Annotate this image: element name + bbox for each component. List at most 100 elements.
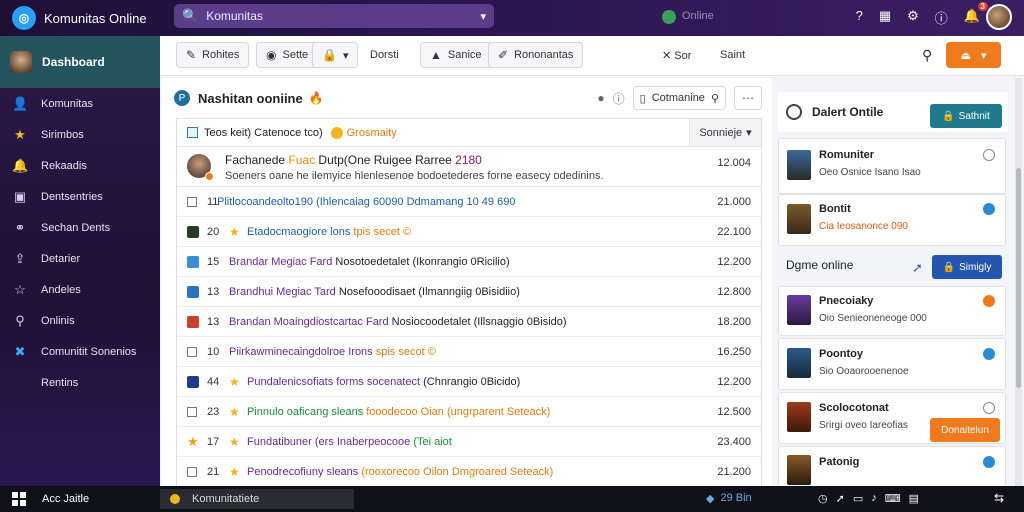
featured-post[interactable]: Fachanede Fuac Dutp(One Ruigee Rarree 21… (177, 147, 761, 187)
rohites-button[interactable]: ✎ Rohites (176, 42, 250, 68)
radio-button[interactable] (983, 149, 995, 161)
dot-icon[interactable]: ● (597, 91, 604, 105)
saint-link[interactable]: Saint (720, 49, 745, 61)
table-row[interactable]: 13 Brandan Moaingdiostcartac Fard Nosioc… (177, 307, 761, 337)
circle-icon: ◉ (266, 48, 277, 62)
table-row[interactable]: ★ 17 ★ Fundatibuner (ers Inaberpeocooe (… (177, 427, 761, 457)
row-checkbox[interactable] (187, 197, 197, 207)
list-item[interactable]: Bontit Cia Ieosanonce 090 (778, 194, 1006, 246)
status-indicator-icon (662, 10, 676, 24)
list-item[interactable]: Pnecoiaky Oio Senieoneneoge 000 (778, 286, 1006, 336)
table-row[interactable]: 23 ★ Pinnulo oaficang sleans fooodecoo O… (177, 397, 761, 427)
rononantas-button[interactable]: ✐ Rononantas (488, 42, 584, 68)
search-icon[interactable]: ⚲ (922, 47, 932, 64)
windows-start-icon[interactable] (12, 492, 26, 506)
filter-checkbox[interactable] (187, 127, 198, 138)
table-row[interactable]: 20 ★ Etadocmaogiore lons tpis secet © 22… (177, 217, 761, 247)
help-icon[interactable]: ? (856, 8, 863, 27)
star-icon[interactable]: ★ (229, 465, 240, 479)
featured-value: 12.004 (717, 157, 751, 169)
table-row[interactable]: 15 Brandar Megiac Fard Nosotoedetalet (I… (177, 247, 761, 277)
sor-link[interactable]: ✕ Sor (662, 49, 691, 62)
thumbnail (187, 226, 199, 238)
sidebar-item-rekaadis[interactable]: 🔔 Rekaadis (0, 150, 160, 181)
table-row[interactable]: 13 Brandhui Megiac Tard Nosefooodisaet (… (177, 277, 761, 307)
sort-select[interactable]: Sonnieje ▾ (689, 119, 761, 146)
tools-icon: ✖ (14, 343, 26, 359)
person-icon: 👤 (12, 95, 29, 111)
list-item[interactable]: Patonig (778, 446, 1006, 486)
gear-icon[interactable]: ⚙ (907, 8, 919, 27)
table-row[interactable]: 10 Piirkawminecaingdolroe Irons spis sec… (177, 337, 761, 367)
orange-action-button[interactable]: Donaitelun (930, 418, 1000, 442)
app-logo-icon[interactable]: ◎ (12, 6, 36, 30)
arrow-icon[interactable]: ➚ (912, 260, 923, 276)
clock-icon[interactable]: ◷ (818, 492, 828, 505)
battery-icon[interactable]: ▭ (853, 492, 863, 505)
star-icon[interactable]: ★ (229, 225, 240, 239)
radio-button[interactable] (983, 295, 995, 307)
combo-select[interactable]: ▯ Cotmanine ⚲ (632, 86, 726, 110)
sidebar-header[interactable]: Dashboard (0, 36, 160, 88)
row-checkbox[interactable] (187, 467, 197, 477)
radio-button[interactable] (983, 203, 995, 215)
user-avatar[interactable] (986, 4, 1012, 30)
star-icon[interactable]: ★ (229, 375, 240, 389)
scrollbar-thumb[interactable] (1016, 168, 1021, 388)
info-icon[interactable]: ⓘ (613, 90, 625, 107)
list-item[interactable]: Romuniter Oeo Osnice Isano Isao (778, 138, 1006, 194)
simigly-button[interactable]: 🔒 Simigly (932, 255, 1002, 279)
tray-info[interactable]: ◆ 29 Bin (706, 492, 752, 505)
row-checkbox[interactable] (187, 407, 197, 417)
search-bar[interactable]: 🔍 Komunitas ▾ (174, 4, 494, 28)
dorsti-link[interactable]: Dorsti (370, 49, 399, 61)
notifications-icon[interactable]: ▤ (909, 492, 919, 505)
doc-icon: ▯ (639, 92, 646, 105)
action-center-icon[interactable]: ⇆ (994, 491, 1004, 505)
sidebar-item-comunitit-sonenios[interactable]: ✖ Comunitit Sonenios (0, 336, 160, 367)
sidebar-item-rentins[interactable]: Rentins (0, 367, 160, 398)
sidebar-item-label: Andeles (41, 283, 81, 296)
sidebar-item-sechan-dents[interactable]: ⚭ Sechan Dents (0, 212, 160, 243)
sidebar-title: Dashboard (42, 55, 105, 69)
sidebar-item-onlinis[interactable]: ⚲ Onlinis (0, 305, 160, 336)
sidebar-item-andeles[interactable]: ☆ Andeles (0, 274, 160, 305)
lock-button[interactable]: 🔒 ▾ (312, 42, 359, 68)
row-checkbox[interactable] (187, 347, 197, 357)
scrollbar[interactable] (1015, 78, 1022, 486)
sidebar-item-sirimbos[interactable]: ★ Sirimbos (0, 119, 160, 150)
table-row[interactable]: 21 ★ Penodrecofiuny sleans (rooxorecoo O… (177, 457, 761, 487)
star-icon[interactable]: ★ (229, 405, 240, 419)
list-item[interactable]: Poontoy Sio Ooaorooenenoe (778, 338, 1006, 390)
notification-badge: 3 (977, 2, 988, 11)
star-icon[interactable]: ★ (229, 435, 240, 449)
sette-button[interactable]: ◉ Sette (256, 42, 319, 68)
grid-icon[interactable]: ▦ (879, 8, 891, 27)
volume-icon[interactable]: ♪ (871, 492, 877, 505)
search-input[interactable]: Komunitas (206, 9, 480, 23)
taskbar: Acc Jaitle Komunitatiete ◆ 29 Bin ◷ ➚ ▭ ♪… (0, 486, 1024, 512)
more-options-button[interactable]: ⋯ (734, 86, 762, 110)
sidebar-item-komunitas[interactable]: 👤 Komunitas (0, 88, 160, 119)
document-icon: ▣ (13, 188, 27, 204)
radio-button[interactable] (983, 456, 995, 468)
sidebar-item-detarier[interactable]: ⇪ Detarier (0, 243, 160, 274)
sidebar-item-dentsentries[interactable]: ▣ Dentsentries (0, 181, 160, 212)
wifi-icon[interactable]: ➚ (836, 492, 845, 505)
keyboard-icon[interactable]: ⌨ (885, 492, 901, 505)
star-icon[interactable]: ★ (187, 434, 199, 449)
info-icon[interactable]: ⓘ (935, 8, 948, 27)
bell-icon[interactable]: 🔔 3 (964, 2, 988, 27)
status-dot-icon (205, 172, 214, 181)
submit-button[interactable]: 🔒 Sathnit (930, 104, 1002, 128)
radio-button[interactable] (983, 402, 995, 414)
action-orange-button[interactable]: ⏏ ▾ (946, 42, 1001, 68)
toolbar: ✎ Rohites ◉ Sette 🔒 ▾ Dorsti ▲ Sanice ✐ Ronon… (160, 36, 1024, 76)
table-row[interactable]: 44 ★ Pundalenicsofiats forms socenatect … (177, 367, 761, 397)
taskbar-task[interactable]: Komunitatiete (160, 489, 354, 509)
taskbar-app-label[interactable]: Acc Jaitle (42, 493, 152, 505)
radio-button[interactable] (983, 348, 995, 360)
chevron-down-icon[interactable]: ▾ (480, 10, 486, 23)
sanice-button[interactable]: ▲ Sanice (420, 42, 492, 68)
table-row[interactable]: 11 Plitlocoandeolto190 (Ihlencaiag 60090… (177, 187, 761, 217)
